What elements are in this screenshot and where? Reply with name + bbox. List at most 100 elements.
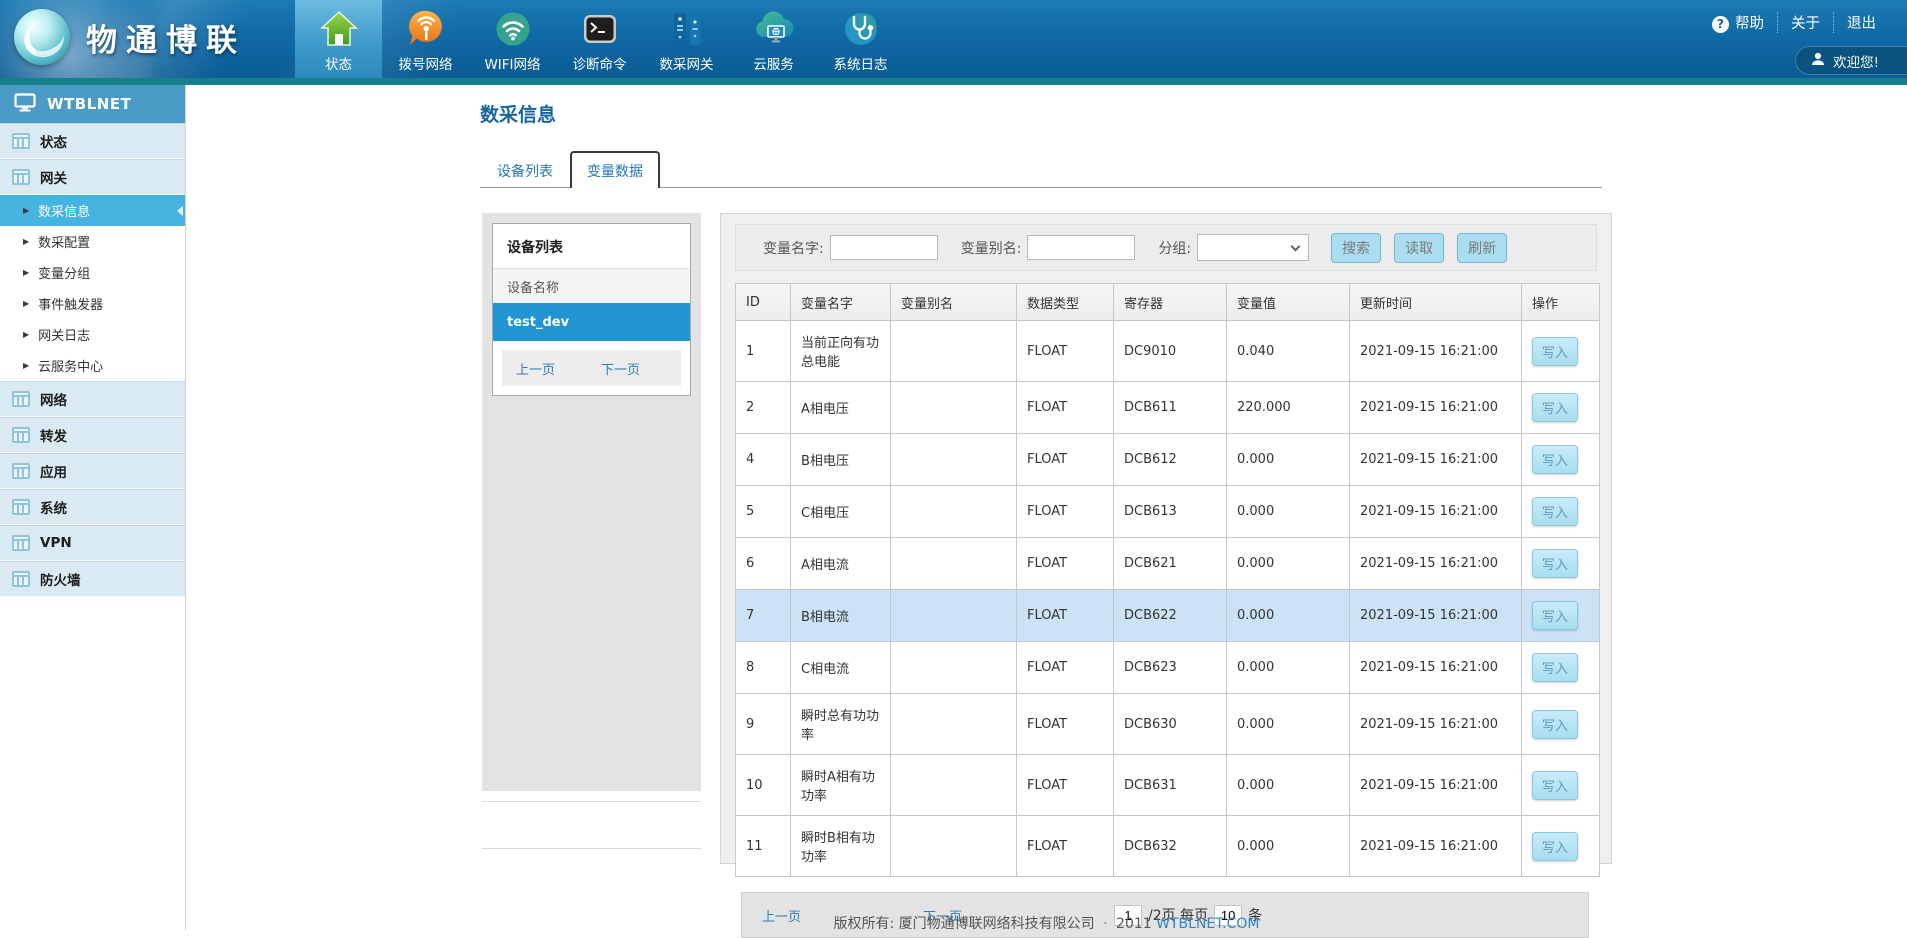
cell-variable-name: C相电压 [791,486,891,538]
device-prev-page-link[interactable]: 上一页 [516,359,555,378]
cell-updated: 2021-09-15 16:21:00 [1350,642,1522,694]
brand-logo-icon [14,9,70,65]
sidebar-item-label: 网络 [40,389,67,409]
cell-actions: 写入 [1522,694,1600,755]
sidebar-item-vpn[interactable]: VPN [0,525,185,561]
sidebar-item-data-collection-config[interactable]: ▶ 数采配置 [0,226,185,257]
monitor-icon [14,93,36,116]
nav-item-cloud-service[interactable]: 云服务 [730,0,817,78]
nav-item-system-log[interactable]: 系统日志 [817,0,904,78]
cell-actions: 写入 [1522,434,1600,486]
sidebar-item-application[interactable]: 应用 [0,453,185,489]
table-row: 9瞬时总有功功率FLOATDCB6300.0002021-09-15 16:21… [736,694,1600,755]
caret-right-icon: ▶ [23,238,29,246]
sidebar-item-cloud-service-center[interactable]: ▶ 云服务中心 [0,350,185,381]
group-label: 分组: [1158,238,1191,258]
sidebar-item-label: 云服务中心 [38,356,103,375]
cell-id: 5 [736,486,791,538]
page-title: 数采信息 [480,100,556,127]
write-button[interactable]: 写入 [1532,771,1578,800]
cell-actions: 写入 [1522,382,1600,434]
write-button[interactable]: 写入 [1532,653,1578,682]
cell-variable-alias [891,321,1017,382]
nav-label: 数采网关 [660,53,714,73]
write-button[interactable]: 写入 [1532,549,1578,578]
cell-value: 0.000 [1227,642,1350,694]
help-link[interactable]: ?帮助 [1699,12,1777,33]
write-button[interactable]: 写入 [1532,337,1578,366]
sidebar-menu: 状态网关▶数采信息 ▶ 数采配置 ▶ 变量分组 ▶事件触发器▶网关日志 ▶ 云服务中心网络转发… [0,123,185,597]
refresh-button[interactable]: 刷新 [1457,233,1507,263]
table-row: 2A相电压FLOATDCB611220.0002021-09-15 16:21:… [736,382,1600,434]
write-button[interactable]: 写入 [1532,497,1578,526]
logout-link[interactable]: 退出 [1833,12,1889,33]
cell-variable-alias [891,538,1017,590]
variable-table: ID 变量名字 变量别名 数据类型 寄存器 变量值 更新时间 操作 1当前正向有… [735,283,1600,877]
table-header-row: ID 变量名字 变量别名 数据类型 寄存器 变量值 更新时间 操作 [736,284,1600,321]
cell-actions: 写入 [1522,486,1600,538]
write-button[interactable]: 写入 [1532,445,1578,474]
sidebar-item-label: 网关日志 [38,325,90,344]
group-select[interactable] [1197,234,1309,261]
cell-variable-alias [891,590,1017,642]
device-next-page-link[interactable]: 下一页 [601,359,640,378]
col-header-value: 变量值 [1227,284,1350,321]
grid-icon [12,463,30,479]
about-link[interactable]: 关于 [1777,12,1833,33]
sidebar-item-forwarding[interactable]: 转发 [0,417,185,453]
table-row: 5C相电压FLOATDCB6130.0002021-09-15 16:21:00… [736,486,1600,538]
sidebar-item-label: 事件触发器 [38,294,103,313]
sidebar-item-network[interactable]: 网络 [0,381,185,417]
nav-item-status[interactable]: 状态 [295,0,382,78]
grid-icon [12,427,30,443]
grid-icon [12,391,30,407]
tab-device-list[interactable]: 设备列表 [480,154,570,187]
sidebar-item-label: 系统 [40,497,67,517]
device-list-pagination: 上一页 下一页 [502,350,681,386]
sidebar-title: WTBLNET [47,95,131,113]
sidebar-item-firewall[interactable]: 防火墙 [0,561,185,597]
sidebar-item-gateway[interactable]: 网关 [0,159,185,195]
search-button[interactable]: 搜索 [1331,233,1381,263]
sidebar-item-event-trigger[interactable]: ▶事件触发器 [0,288,185,319]
cell-register: DCB632 [1114,816,1227,877]
cell-register: DC9010 [1114,321,1227,382]
cell-value: 0.000 [1227,538,1350,590]
caret-right-icon: ▶ [23,269,29,277]
cell-actions: 写入 [1522,816,1600,877]
caret-right-icon: ▶ [23,362,29,370]
sidebar-item-data-collection-info[interactable]: ▶数采信息 [0,195,185,226]
tab-variable-data[interactable]: 变量数据 [570,151,660,188]
sidebar-item-label: 变量分组 [38,263,90,282]
cell-register: DCB623 [1114,642,1227,694]
device-item-test-dev[interactable]: test_dev [493,303,690,341]
cell-data-type: FLOAT [1017,538,1114,590]
nav-item-wifi-network[interactable]: WIFI网络 [469,0,556,78]
variable-alias-input[interactable] [1027,235,1135,260]
write-button[interactable]: 写入 [1532,832,1578,861]
sidebar-item-variable-group[interactable]: ▶ 变量分组 [0,257,185,288]
sidebar-item-status[interactable]: 状态 [0,123,185,159]
sidebar-item-gateway-log[interactable]: ▶网关日志 [0,319,185,350]
write-button[interactable]: 写入 [1532,710,1578,739]
cell-updated: 2021-09-15 16:21:00 [1350,755,1522,816]
cell-register: DCB630 [1114,694,1227,755]
cell-value: 0.040 [1227,321,1350,382]
sidebar-item-system[interactable]: 系统 [0,489,185,525]
sidebar-item-label: 数采配置 [38,232,90,251]
cell-updated: 2021-09-15 16:21:00 [1350,590,1522,642]
cell-updated: 2021-09-15 16:21:00 [1350,486,1522,538]
nav-item-diagnostic-command[interactable]: 诊断命令 [556,0,643,78]
variable-name-input[interactable] [830,235,938,260]
welcome-button[interactable]: 欢迎您! [1795,46,1907,75]
cell-value: 0.000 [1227,590,1350,642]
home-icon [319,7,359,51]
cell-data-type: FLOAT [1017,816,1114,877]
device-name-column-header: 设备名称 [493,268,690,303]
cell-actions: 写入 [1522,590,1600,642]
write-button[interactable]: 写入 [1532,393,1578,422]
write-button[interactable]: 写入 [1532,601,1578,630]
nav-item-data-gateway[interactable]: 数采网关 [643,0,730,78]
nav-item-dial-network[interactable]: 拨号网络 [382,0,469,78]
read-button[interactable]: 读取 [1394,233,1444,263]
